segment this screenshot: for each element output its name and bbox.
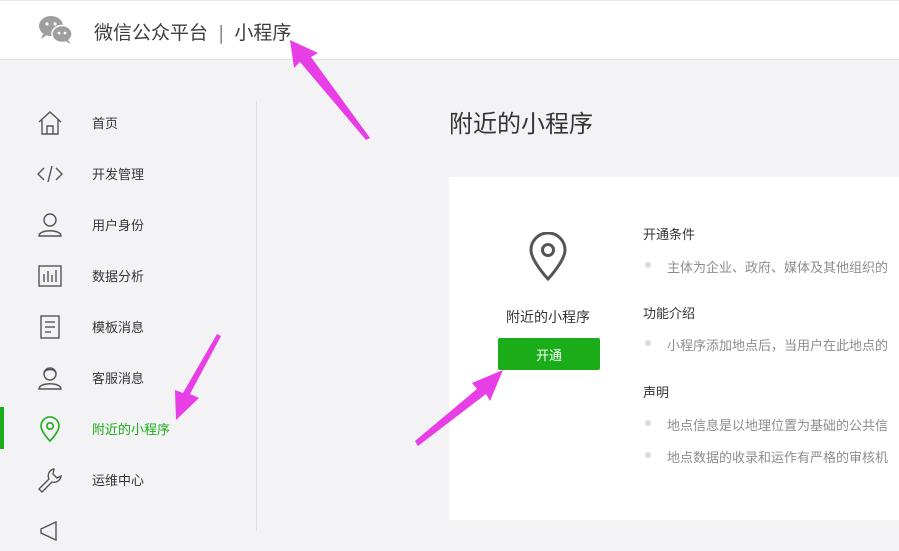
section-title-statement: 声明	[643, 386, 670, 401]
product-name: 小程序	[234, 22, 292, 44]
home-icon	[38, 111, 62, 135]
statement-text-2: 地点数据的收录和运作有严格的审核机	[667, 451, 889, 466]
feature-name: 附近的小程序	[506, 310, 590, 326]
location-pin-icon	[529, 232, 567, 282]
sidebar-item-label: 数据分析	[92, 270, 145, 285]
sidebar-item-template-messages[interactable]: 模板消息	[0, 305, 256, 347]
user-icon	[38, 213, 62, 237]
chart-icon	[38, 265, 62, 287]
sidebar-item-label: 模板消息	[92, 321, 145, 336]
sidebar-item-dev-management[interactable]: 开发管理	[0, 152, 256, 194]
sidebar-item-operations-center[interactable]: 运维中心	[0, 458, 256, 500]
nearby-miniprogram-card: 附近的小程序 开通 开通条件 主体为企业、政府、媒体及其他组织的 功能介绍 小程…	[449, 177, 899, 520]
wechat-logo-icon[interactable]	[38, 15, 74, 45]
wrench-icon	[38, 468, 62, 493]
sidebar-item-label: 首页	[92, 117, 119, 132]
section-title-conditions: 开通条件	[643, 228, 696, 243]
sidebar-item-label: 用户身份	[92, 219, 145, 234]
top-header: 微信公众平台 | 小程序	[0, 0, 899, 60]
sidebar-item-nearby-miniprogram[interactable]: 附近的小程序	[0, 407, 256, 449]
activate-button[interactable]: 开通	[498, 338, 600, 370]
introduction-text: 小程序添加地点后，当用户在此地点的	[667, 339, 889, 354]
header-separator: |	[218, 22, 225, 44]
bullet-dot	[645, 262, 651, 268]
sidebar-item-more[interactable]	[0, 509, 256, 551]
header-title: 微信公众平台 | 小程序	[94, 18, 291, 45]
megaphone-icon	[40, 520, 57, 542]
sidebar-item-label: 客服消息	[92, 372, 145, 387]
brand-name[interactable]: 微信公众平台	[94, 22, 208, 44]
bullet-dot	[645, 452, 651, 458]
sidebar-item-label: 附近的小程序	[92, 423, 171, 438]
bullet-dot	[645, 340, 651, 346]
sidebar: 首页 开发管理 用户身份 数据分析 模板消息 客服消息 附近的小程序 运维中心	[0, 61, 257, 542]
statement-text-1: 地点信息是以地理位置为基础的公共信	[667, 419, 889, 434]
sidebar-item-label: 运维中心	[92, 474, 145, 489]
sidebar-item-data-analysis[interactable]: 数据分析	[0, 254, 256, 296]
sidebar-divider	[256, 101, 257, 531]
code-icon	[37, 165, 63, 183]
section-title-introduction: 功能介绍	[643, 307, 696, 322]
sidebar-item-label: 开发管理	[92, 168, 145, 183]
bullet-dot	[645, 420, 651, 426]
sidebar-item-customer-service[interactable]: 客服消息	[0, 356, 256, 398]
document-icon	[40, 315, 60, 339]
sidebar-item-user-identity[interactable]: 用户身份	[0, 203, 256, 245]
active-indicator	[0, 407, 4, 449]
location-pin-icon	[40, 416, 60, 443]
conditions-text: 主体为企业、政府、媒体及其他组织的	[667, 261, 889, 276]
customer-service-icon	[38, 367, 62, 390]
page-title: 附近的小程序	[449, 110, 593, 138]
sidebar-item-home[interactable]: 首页	[0, 101, 256, 143]
